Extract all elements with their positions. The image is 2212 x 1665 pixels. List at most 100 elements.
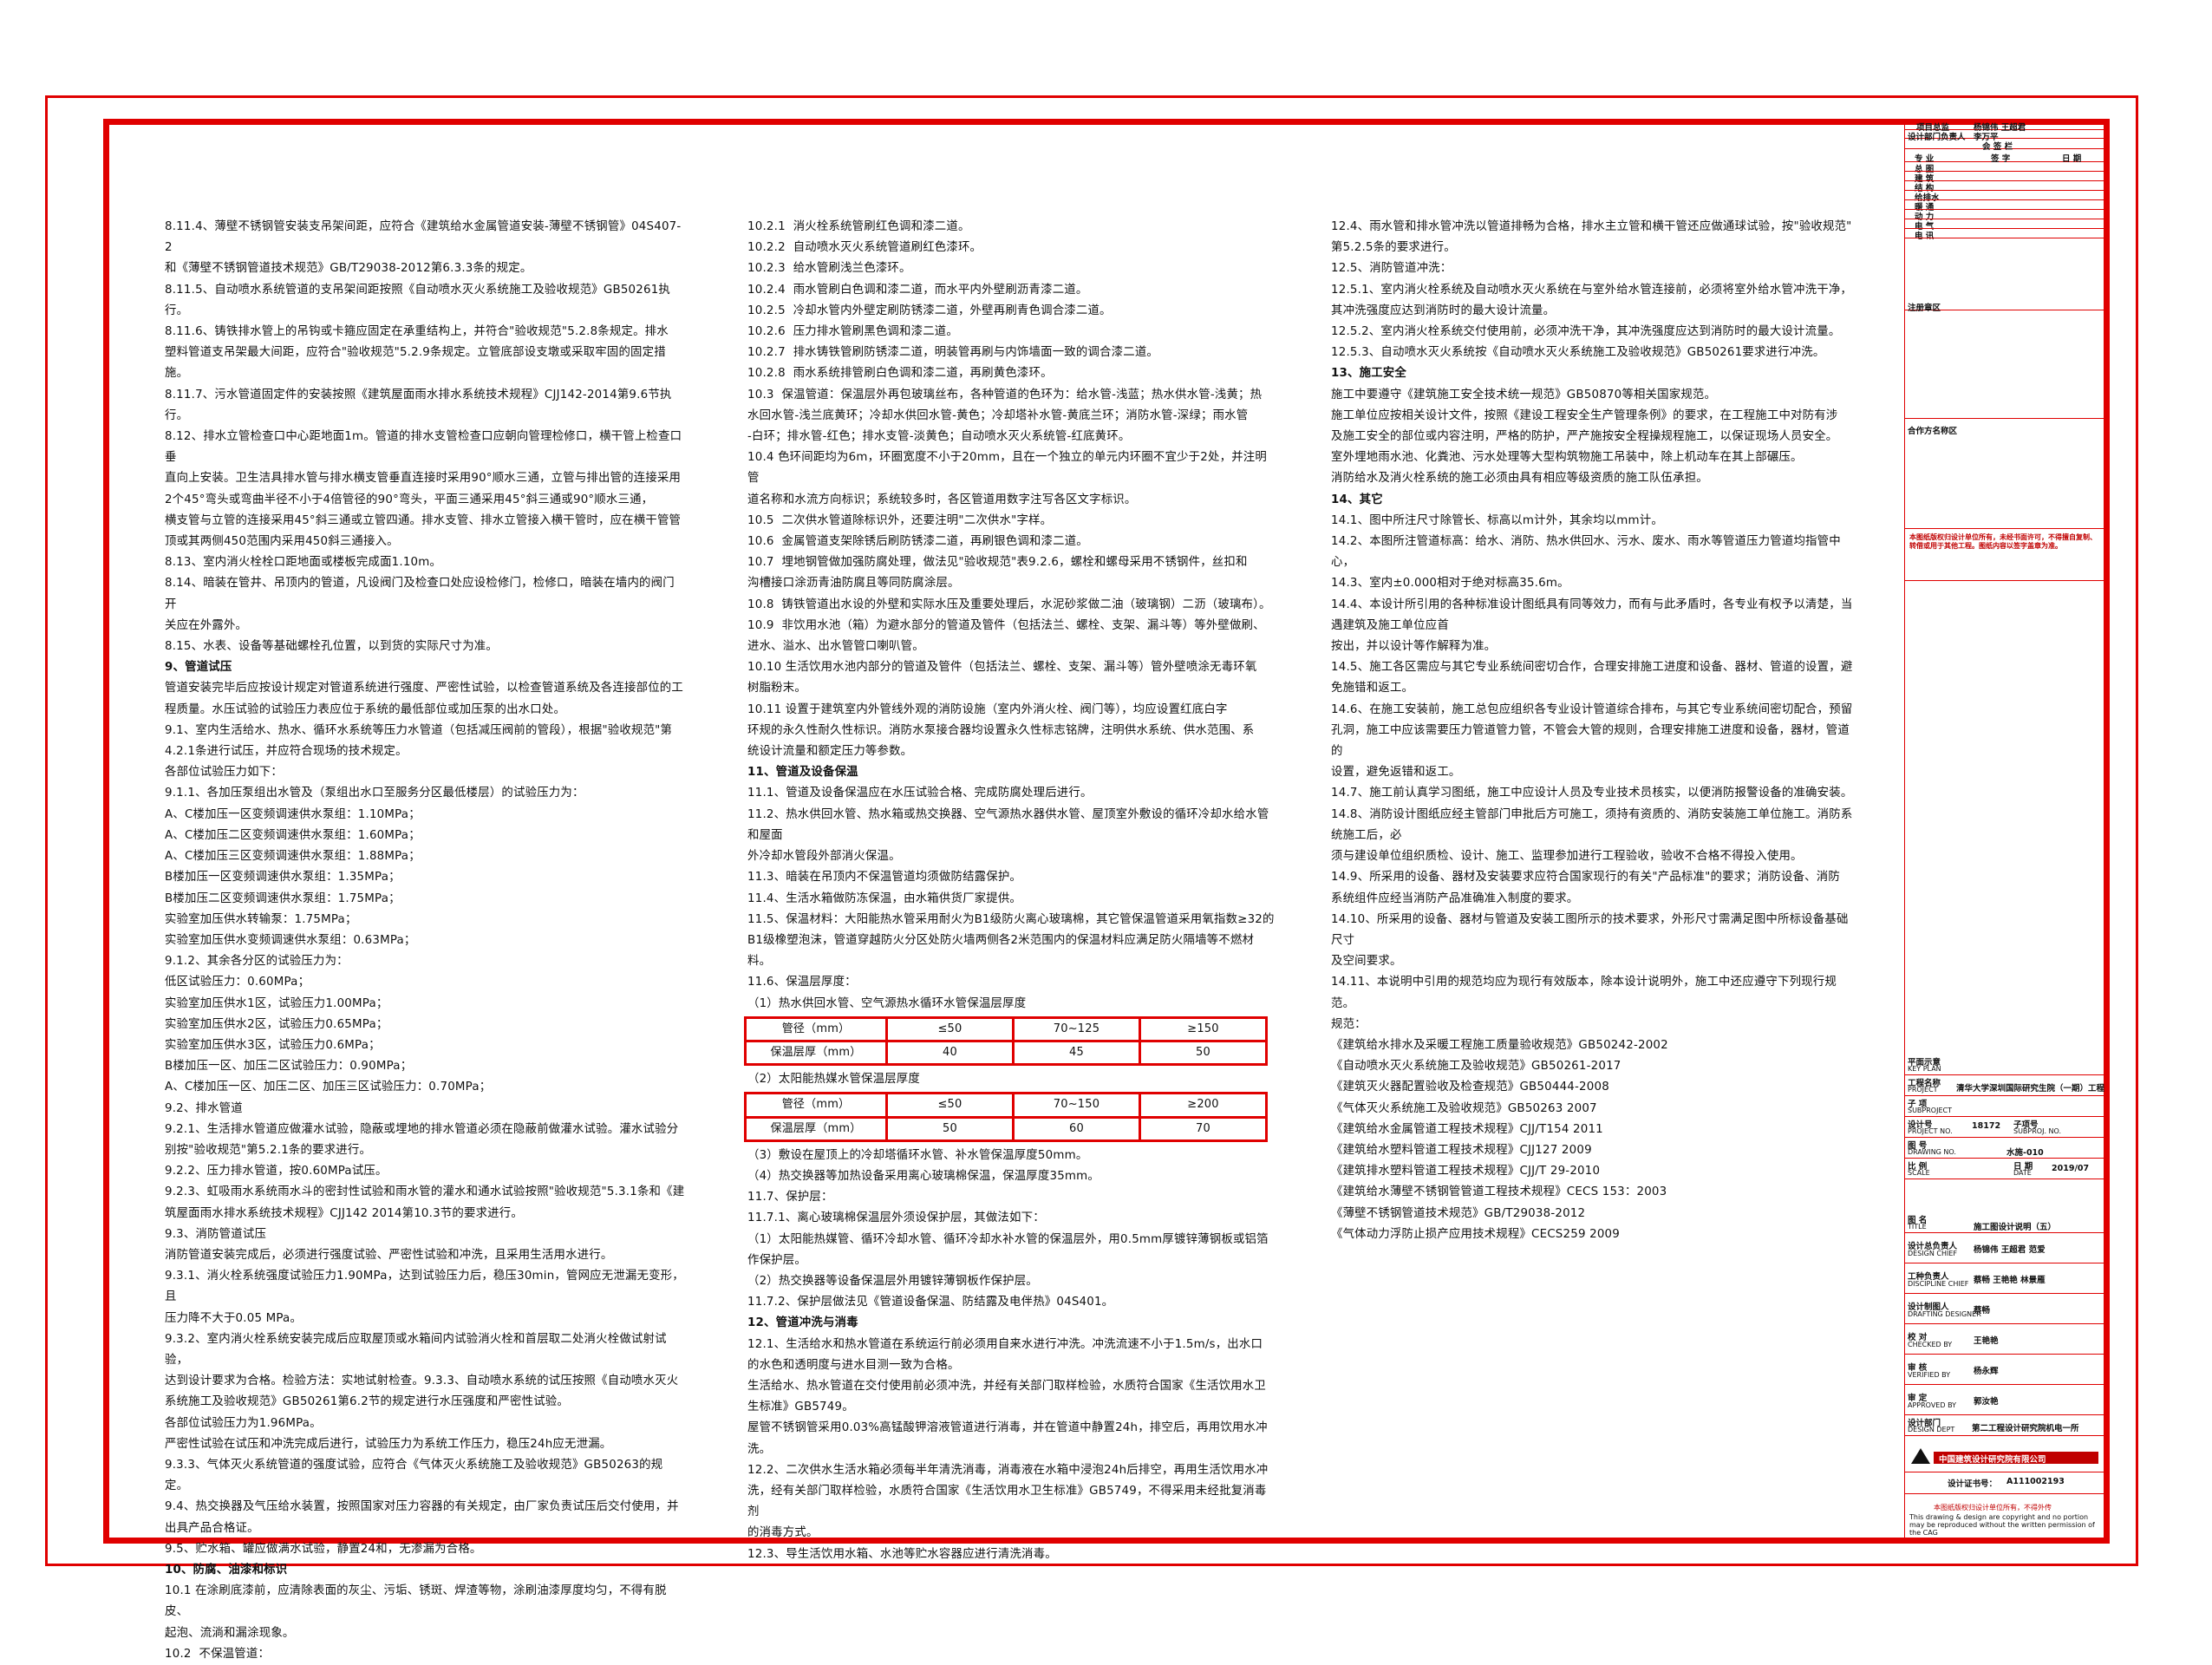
sign-role-en: DRAFTING DESIGNER: [1908, 1310, 1981, 1318]
table1-label-2: 保温层厚（mm）: [744, 1039, 888, 1067]
note-line: 12.2、二次供水生活水箱必须每半年清洗消毒，消毒液在水箱中浸泡24h后排空，再…: [747, 1463, 1269, 1477]
note-line: 《建筑灭火器配置验收及检查规范》GB50444-2008: [1331, 1081, 1609, 1094]
note-line: 《建筑给水金属管道工程技术规程》CJJ/T154 2011: [1331, 1122, 1603, 1136]
note-line: 10.1 在涂刷底漆前，应清除表面的灰尘、污垢、锈斑、焊渣等物，涂刷油漆厚度均匀…: [165, 1584, 667, 1619]
note-line: 的水色和透明度与进水目测一致为合格。: [747, 1358, 960, 1372]
note-line: 达到设计要求为合格。检验方法：实地试射检查。9.3.3、自动喷水系统的试压按照《…: [165, 1374, 679, 1388]
table2-cell: ≤50: [885, 1092, 1015, 1119]
note-line: 树脂粉末。: [747, 682, 806, 695]
note-line: 11.1、管道及设备保温应在水压试验合格、完成防腐处理后进行。: [747, 787, 1093, 800]
tb-line: [1904, 1414, 2110, 1415]
note-line: 各部位试验压力如下：: [165, 766, 283, 780]
note-line: 屋管不锈钢管采用0.03%高锰酸钾溶液管道进行消毒，并在管道中静置24h，排空后…: [747, 1421, 1268, 1435]
note-line: （2）热交换器等设备保温层外用镀锌薄钢板作保护层。: [747, 1274, 1038, 1288]
table2-cell: ≥200: [1139, 1092, 1268, 1119]
date-en: DATE: [2013, 1169, 2032, 1177]
note-line: 14.6、在施工安装前，施工总包应组织各专业设计管道综合排布，与其它专业系统间密…: [1331, 702, 1853, 716]
note-line: 9.4、热交换器及气压给水装置，按照国家对压力容器的有关规定，由厂家负责试压后交…: [165, 1500, 679, 1514]
note-line: 系统施工及验收规范》GB50261第6.2节的规定进行水压强度和严密性试验。: [165, 1395, 569, 1409]
note-line: （1）热水供回水管、空气源热水循环水管保温层厚度: [747, 996, 1027, 1010]
sign-name: 郭汝艳: [1974, 1397, 1999, 1407]
tb-line: [1904, 1323, 2110, 1324]
project-name: 清华大学深圳国际研究生院（一期）工程: [1956, 1084, 2105, 1094]
note-line: 12.4、雨水管和排水管冲洗以管道排畅为合格，排水主立管和横干管还应做通球试验，…: [1331, 220, 1852, 233]
note-line: 出具产品合格证。: [165, 1521, 259, 1535]
note-line: 10.9 非饮用水池（箱）为避水部分的管道及管件（包括法兰、螺栓、支架、漏斗等）…: [747, 618, 1265, 632]
table2-cell: 70~150: [1012, 1092, 1141, 1119]
tb-line: [1904, 1074, 2110, 1075]
table2-cell: 70: [1139, 1115, 1268, 1142]
note-line: 室外埋地雨水池、化粪池、污水处理等大型构筑物施工吊装中，除上机动车在其上部碾压。: [1331, 451, 1803, 465]
note-line: 低区试验压力：0.60MPa；: [165, 976, 310, 989]
note-line: 8.14、暗装在管井、吊顶内的管道，凡设阀门及检查口处应设检修门，检修口，暗装在…: [165, 577, 675, 611]
note-line: （1）太阳能热媒管、循环冷却水管、循环冷却水补水管的保温层外，用0.5mm厚镀锌…: [747, 1232, 1269, 1246]
note-line: 10.2.2 自动喷水灭火系统管道刷红色漆环。: [747, 241, 982, 255]
note-line: 10.2.4 雨水管刷白色调和漆二道，而水平内外壁刷沥青漆二道。: [747, 283, 1088, 297]
note-line: 10.10 生活饮用水池内部分的管道及管件（包括法兰、螺栓、支架、漏斗等）管外壁…: [747, 661, 1257, 675]
note-line: B1级橡塑泡沫，管道穿越防火分区处防火墙两侧各2米范围内的保温材料应满足防火隔墙…: [747, 933, 1255, 969]
note-line: 作保护层。: [747, 1253, 806, 1267]
note-line: 9.2.2、压力排水管道，按0.60MPa试压。: [165, 1165, 388, 1179]
note-line: 14.9、所采用的设备、器材及安装要求应符合国家现行的有关"产品标准"的要求；消…: [1331, 871, 1840, 885]
note-line: 9.1.2、其余各分区的试验压力为：: [165, 955, 349, 969]
note-line: 12.5.3、自动喷水灭火系统按《自动喷水灭火系统施工及验收规范》GB50261…: [1331, 346, 1825, 360]
sign-name: 蔡畅 王艳艳 林景雁: [1974, 1276, 2046, 1285]
note-line: 进水、溢水、出水管管口喇叭管。: [747, 640, 924, 654]
tb-line: [1904, 199, 2110, 200]
note-line: 压力降不大于0.05 MPa。: [165, 1311, 303, 1325]
note-line: 9.3、消防管道试压: [165, 1227, 267, 1241]
tb-line: [1904, 1095, 2110, 1096]
note-line: 9.2.1、生活排水管道应做灌水试验，隐蔽或埋地的排水管道必须在隐蔽前做灌水试验…: [165, 1122, 679, 1136]
tb-line: [1904, 209, 2110, 210]
note-line: 10.2.8 雨水系统排管刷白色调和漆二道，再刷黄色漆环。: [747, 367, 1053, 381]
note-line: 11.5、保温材料：大阳能热水管采用耐火为B1级防火离心玻璃棉，其它管保温管道采…: [747, 912, 1275, 926]
sign-name: 杨锦伟 王超君 范爱: [1974, 1245, 2046, 1255]
table2-cell: 60: [1012, 1115, 1141, 1142]
notes-column-3: 12.4、雨水管和排水管冲洗以管道排畅为合格，排水主立管和横干管还应做通球试验，…: [1331, 217, 1860, 1245]
note-line: 10.11 设置于建筑室内外管线外观的消防设施（室内外消火栓、阀门等），均应设置…: [747, 702, 1228, 716]
table2-label-2: 保温层厚（mm）: [744, 1115, 888, 1142]
note-line: 免施错和返工。: [1331, 682, 1414, 695]
tb-line: [1904, 418, 2110, 419]
title-block: 项目总监 杨锦伟 王超君 设计部门负责人 李万平 会 签 栏 专 业 签 字 日…: [1904, 119, 2110, 1544]
note-line: 10.3 保温管道：保温层外再包玻璃丝布，各种管道的色环为：给水管-浅蓝；热水供…: [747, 388, 1263, 402]
note-line: 《建筑给水排水及采暖工程施工质量验收规范》GB50242-2002: [1331, 1038, 1668, 1052]
company-name: 中国建筑设计研究院有限公司: [1939, 1455, 2046, 1465]
note-line: 10.2 不保温管道：: [165, 1647, 271, 1661]
tb-line: [1904, 180, 2110, 181]
table2-title: （2）太阳能热媒水管保温层厚度: [747, 1073, 920, 1087]
note-line: 13、施工安全: [1331, 367, 1406, 381]
notes-column-1: 8.11.4、薄壁不锈钢管安装支吊架间距，应符合《建筑给水金属管道安装-薄壁不锈…: [165, 217, 685, 1665]
note-line: 8.12、排水立管检查口中心距地面1m。管道的排水支管检查口应朝向管理检修口，横…: [165, 430, 682, 465]
note-line: 11.4、生活水箱做防冻保温，由水箱供货厂家提供。: [747, 891, 1022, 905]
countersign-header: 会 签 栏: [1982, 142, 2013, 152]
note-line: 14.8、消防设计图纸应经主管部门申批后方可施工，须持有资质的、消防安装施工单位…: [1331, 807, 1853, 842]
note-line: 11.7.1、离心玻璃棉保温层外须设保护层，其做法如下：: [747, 1211, 1045, 1225]
note-line: 直向上安装。卫生洁具排水管与排水横支管垂直连接时采用90°顺水三通，立管与排出管…: [165, 472, 682, 486]
note-line: A、C楼加压一区、加压二区、加压三区试验压力：0.70MPa；: [165, 1081, 492, 1094]
note-line: 设置，避免返错和返工。: [1331, 766, 1461, 780]
note-line: 11.6、保温层厚度：: [747, 976, 857, 989]
note-line: 《建筑给水薄壁不锈钢管管道工程技术规程》CECS 153：2003: [1331, 1185, 1667, 1199]
cert-label: 设计证书号：: [1948, 1479, 1998, 1489]
note-line: 9.5、贮水箱、罐应做满水试验，静置24和，无渗漏为合格。: [165, 1542, 482, 1556]
dept-en: DESIGN DEPT: [1908, 1426, 1955, 1433]
col-sign: 签 字: [1991, 154, 2011, 164]
note-line: 及空间要求。: [1331, 955, 1402, 969]
note-line: 9.1.1、各加压泵组出水管及（泵组出水口至服务分区最低楼层）的试验压力为：: [165, 787, 584, 800]
note-line: 的消毒方式。: [747, 1526, 819, 1540]
note-line: 12.3、导生活饮用水箱、水池等贮水容器应进行清洗消毒。: [747, 1547, 1057, 1561]
note-line: 水回水管-浅兰底黄环；冷却水供回水管-黄色；冷却塔补水管-黄底兰环；消防水管-深…: [747, 408, 1249, 422]
note-line: 8.11.4、薄壁不锈钢管安装支吊架间距，应符合《建筑给水金属管道安装-薄壁不锈…: [165, 220, 682, 255]
note-line: 11.3、暗装在吊顶内不保温管道均须做防结露保护。: [747, 871, 1022, 885]
note-line: 9.1、室内生活给水、热水、循环水系统等压力水管道（包括减压阀前的管段），根据"…: [165, 723, 673, 737]
note-line: 按出，并以设计等作解释为准。: [1331, 640, 1497, 654]
sign-role-en: CHECKED BY: [1908, 1341, 1953, 1348]
note-line: 实验室加压供水1区，试验压力1.00MPa；: [165, 996, 388, 1010]
note-line: 14.11、本说明中引用的规范均应为现行有效版本，除本设计说明外，施工中还应遵守…: [1331, 976, 1837, 1010]
note-line: 环规的永久性耐久性标识。消防水泵接合器均设置永久性标志铭牌，注明供水系统、供水范…: [747, 723, 1255, 737]
note-line: 实验室加压供水3区，试验压力0.6MPa；: [165, 1038, 381, 1052]
note-line: 8.11.7、污水管道固定件的安装按照《建筑屋面雨水排水系统技术规程》CJJ14…: [165, 388, 672, 422]
notes-column-2: 10.2.1 消火栓系统管刷红色调和漆二道。 10.2.2 自动喷水灭火系统管道刷…: [744, 217, 1276, 1565]
project-no-en: PROJECT NO.: [1908, 1127, 1953, 1135]
